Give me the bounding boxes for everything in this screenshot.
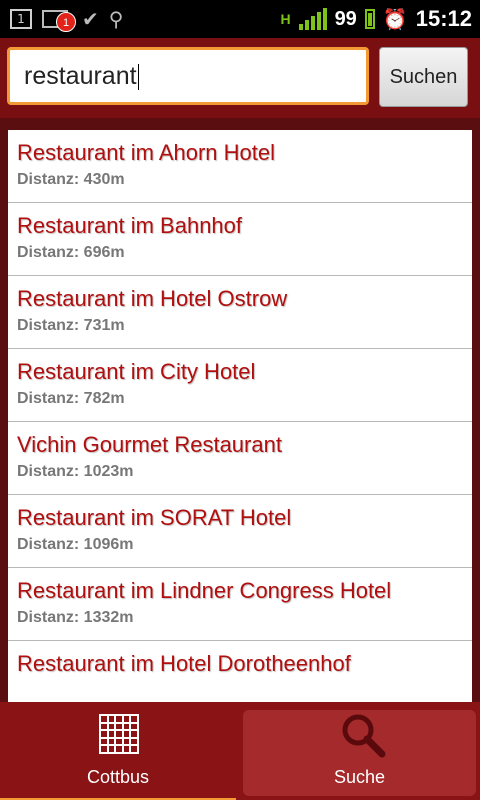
battery-icon xyxy=(364,9,375,29)
notification-badge: 1 xyxy=(56,12,76,32)
item-distance: Distanz: 1023m xyxy=(17,463,134,480)
list-item[interactable]: Restaurant im Bahnhof Distanz: 696m xyxy=(8,203,472,276)
sim-icon: 1 xyxy=(10,9,32,29)
list-item[interactable]: Restaurant im Hotel Ostrow Distanz: 731m xyxy=(8,276,472,349)
hspa-icon: H xyxy=(280,11,291,27)
item-title: Vichin Gourmet Restaurant xyxy=(17,432,282,457)
shopping-bag-icon: ✔ xyxy=(82,7,99,31)
alarm-icon: ⏰ xyxy=(382,7,408,31)
list-item[interactable]: Restaurant im Hotel Dorotheenhof xyxy=(8,641,472,702)
clock: 15:12 xyxy=(415,6,472,31)
item-title: Restaurant im City Hotel xyxy=(17,359,256,384)
usb-icon: ⚲ xyxy=(108,7,124,31)
item-title: Restaurant im Ahorn Hotel xyxy=(17,140,276,165)
item-title: Restaurant im Hotel Dorotheenhof xyxy=(17,651,351,676)
search-icon xyxy=(342,714,386,758)
item-title: Restaurant im SORAT Hotel xyxy=(17,505,292,530)
item-distance: Distanz: 1096m xyxy=(17,536,134,553)
item-title: Restaurant im Lindner Congress Hotel xyxy=(17,578,392,603)
tab-label: Suche xyxy=(333,767,386,787)
results-list: Restaurant im Ahorn Hotel Distanz: 430m … xyxy=(8,130,472,702)
item-distance: Distanz: 731m xyxy=(17,317,125,334)
search-input-value: restaurant xyxy=(24,62,137,90)
tab-suche[interactable]: Suche xyxy=(243,710,476,796)
search-input[interactable]: restaurant xyxy=(7,47,369,105)
item-distance: Distanz: 1332m xyxy=(17,609,134,626)
item-title: Restaurant im Bahnhof xyxy=(17,213,243,238)
mail-notification: 1 xyxy=(42,6,76,32)
status-bar-left: 1 1 ✔ ⚲ xyxy=(10,6,123,32)
status-bar: 1 1 ✔ ⚲ H 99 ⏰ 15:12 xyxy=(0,0,480,38)
search-header: restaurant Suchen xyxy=(0,38,480,118)
list-item[interactable]: Restaurant im Lindner Congress Hotel Dis… xyxy=(8,568,472,641)
status-bar-right: H 99 ⏰ 15:12 xyxy=(280,4,472,34)
list-item[interactable]: Restaurant im Ahorn Hotel Distanz: 430m xyxy=(8,130,472,203)
item-title: Restaurant im Hotel Ostrow xyxy=(17,286,288,311)
item-distance: Distanz: 430m xyxy=(17,171,125,188)
item-distance: Distanz: 782m xyxy=(17,390,125,407)
list-item[interactable]: Restaurant im SORAT Hotel Distanz: 1096m xyxy=(8,495,472,568)
list-item[interactable]: Restaurant im City Hotel Distanz: 782m xyxy=(8,349,472,422)
tab-cottbus[interactable]: Cottbus xyxy=(0,710,236,796)
battery-level: 99 xyxy=(334,7,357,30)
signal-icon xyxy=(298,8,327,30)
item-distance: Distanz: 696m xyxy=(17,244,125,261)
search-button[interactable]: Suchen xyxy=(379,47,468,107)
text-cursor xyxy=(137,64,139,91)
tab-label: Cottbus xyxy=(86,767,150,787)
list-item[interactable]: Vichin Gourmet Restaurant Distanz: 1023m xyxy=(8,422,472,495)
grid-icon xyxy=(99,714,139,754)
results-list-area[interactable]: Restaurant im Ahorn Hotel Distanz: 430m … xyxy=(0,118,480,702)
bottom-tab-bar: Cottbus Suche xyxy=(0,702,480,800)
